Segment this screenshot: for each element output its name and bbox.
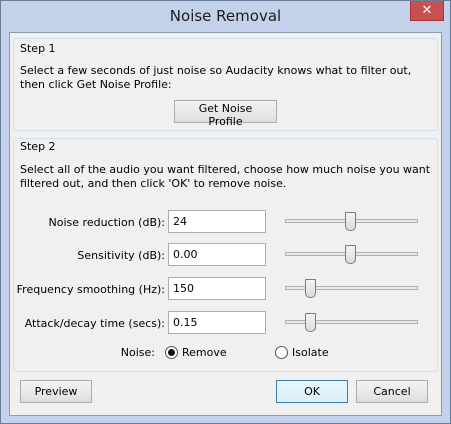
close-icon[interactable]: ✕ bbox=[410, 1, 444, 21]
noise-reduction-label: Noise reduction (dB): bbox=[48, 216, 165, 229]
attack-decay-label: Attack/decay time (secs): bbox=[24, 317, 165, 330]
remove-radio[interactable] bbox=[165, 346, 178, 359]
step1-group: Step 1 Select a few seconds of just nois… bbox=[13, 38, 438, 131]
step1-title: Step 1 bbox=[20, 42, 56, 55]
isolate-radio[interactable] bbox=[275, 346, 288, 359]
isolate-radio-label[interactable]: Isolate bbox=[292, 346, 329, 359]
step1-instruction-line1: Select a few seconds of just noise so Au… bbox=[20, 64, 412, 77]
step1-instruction-line2: then click Get Noise Profile: bbox=[20, 78, 172, 91]
frequency-smoothing-label: Frequency smoothing (Hz): bbox=[16, 283, 165, 296]
noise-reduction-slider-thumb[interactable] bbox=[345, 212, 356, 231]
noise-removal-dialog: Noise Removal ✕ Step 1 Select a few seco… bbox=[0, 0, 451, 424]
step2-title: Step 2 bbox=[20, 140, 56, 153]
noise-mode-label: Noise: bbox=[120, 346, 155, 359]
get-noise-profile-button[interactable]: Get Noise Profile bbox=[174, 100, 277, 128]
step2-instruction-line1: Select all of the audio you want filtere… bbox=[20, 163, 431, 176]
frequency-smoothing-slider-thumb[interactable] bbox=[305, 279, 316, 298]
step2-instruction-line2: filtered out, and then click 'OK' to rem… bbox=[20, 177, 287, 190]
ok-button[interactable]: OK bbox=[276, 380, 348, 403]
step2-group: Step 2 Select all of the audio you want … bbox=[13, 138, 438, 372]
window-title: Noise Removal bbox=[169, 7, 282, 25]
sensitivity-field[interactable]: 0.00 bbox=[168, 243, 266, 266]
cancel-button[interactable]: Cancel bbox=[356, 380, 428, 403]
noise-reduction-field[interactable]: 24 bbox=[168, 210, 266, 233]
attack-decay-slider-thumb[interactable] bbox=[305, 313, 316, 332]
sensitivity-label: Sensitivity (dB): bbox=[77, 249, 165, 262]
sensitivity-slider-thumb[interactable] bbox=[345, 245, 356, 264]
frequency-smoothing-field[interactable]: 150 bbox=[168, 277, 266, 300]
preview-button[interactable]: Preview bbox=[20, 380, 92, 403]
remove-radio-label[interactable]: Remove bbox=[182, 346, 227, 359]
dialog-body: Step 1 Select a few seconds of just nois… bbox=[9, 32, 442, 416]
attack-decay-field[interactable]: 0.15 bbox=[168, 311, 266, 334]
